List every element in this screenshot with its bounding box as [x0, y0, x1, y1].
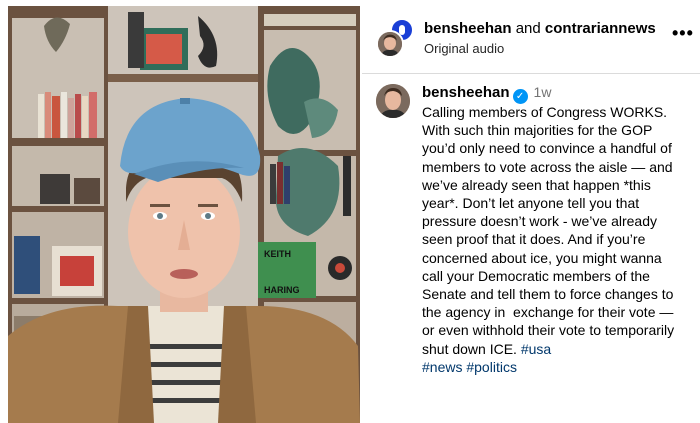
- bensheehan-avatar-small[interactable]: [376, 30, 404, 58]
- hashtag-politics[interactable]: #politics: [466, 359, 517, 375]
- header-user1-link[interactable]: bensheehan: [424, 20, 512, 37]
- book-title-line2: HARING: [264, 285, 300, 295]
- post-caption: Calling members of Congress WORKS. With …: [422, 103, 684, 376]
- video-player[interactable]: KEITH HARING: [8, 6, 360, 423]
- header-user2-link[interactable]: contrariannews: [545, 20, 656, 37]
- header-joiner: and: [511, 20, 545, 37]
- bensheehan-avatar[interactable]: [376, 84, 410, 118]
- post-panel: bensheehan and contrariannews Original a…: [362, 0, 700, 423]
- verified-badge-icon: ✓: [512, 89, 528, 104]
- post-meta: bensheehan ✓ 1w: [422, 84, 551, 104]
- post-header: bensheehan and contrariannews Original a…: [362, 0, 700, 74]
- collab-avatars[interactable]: [376, 16, 416, 58]
- audio-link[interactable]: Original audio: [424, 41, 504, 56]
- post-username-link[interactable]: bensheehan: [422, 84, 510, 101]
- video-frame: KEITH HARING: [8, 6, 360, 423]
- post-timestamp[interactable]: 1w: [534, 84, 552, 100]
- header-usernames: bensheehan and contrariannews: [424, 20, 656, 37]
- book-title-line1: KEITH: [264, 249, 291, 259]
- avatar-image: [378, 32, 402, 56]
- caption-text: Calling members of Congress WORKS. With …: [422, 104, 679, 357]
- more-options-icon[interactable]: •••: [672, 24, 694, 42]
- avatar-image: [376, 84, 410, 118]
- hashtag-usa[interactable]: #usa: [521, 341, 551, 357]
- hashtag-news[interactable]: #news: [422, 359, 462, 375]
